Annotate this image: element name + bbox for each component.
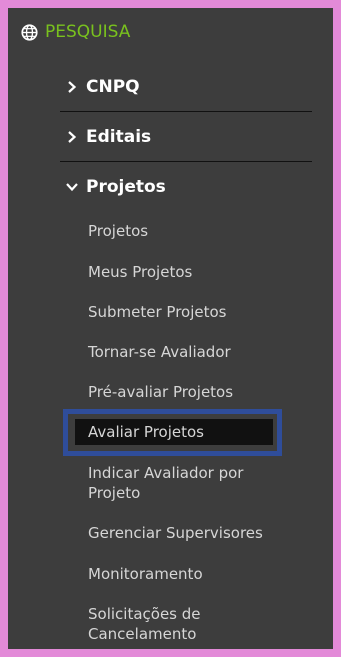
menu-group-cnpq[interactable]: CNPQ xyxy=(66,77,140,97)
section-pesquisa[interactable]: PESQUISA xyxy=(21,22,130,42)
chevron-right-icon xyxy=(68,131,77,143)
menu-item-meus-projetos[interactable]: Meus Projetos xyxy=(88,262,308,282)
divider xyxy=(60,161,312,162)
globe-icon xyxy=(21,23,38,41)
menu-group-editais[interactable]: Editais xyxy=(66,127,151,147)
menu-group-projetos[interactable]: Projetos xyxy=(66,177,166,197)
menu-item-solicitacoes-cancelamento[interactable]: Solicitações de Cancelamento xyxy=(88,604,248,644)
menu-item-avaliar-projetos[interactable]: Avaliar Projetos xyxy=(88,422,308,442)
menu-item-submeter-projetos[interactable]: Submeter Projetos xyxy=(88,302,308,322)
screenshot-frame: PESQUISA CNPQ Editais Projetos Projetos … xyxy=(0,0,341,657)
sidebar-menu: PESQUISA CNPQ Editais Projetos Projetos … xyxy=(8,8,333,649)
menu-item-projetos[interactable]: Projetos xyxy=(88,221,308,241)
menu-group-label: Editais xyxy=(86,127,152,147)
chevron-down-icon xyxy=(66,183,78,192)
menu-item-monitoramento[interactable]: Monitoramento xyxy=(88,564,308,584)
menu-item-indicar-avaliador[interactable]: Indicar Avaliador por Projeto xyxy=(88,463,288,503)
menu-group-label: Projetos xyxy=(86,177,166,197)
menu-item-tornar-se-avaliador[interactable]: Tornar-se Avaliador xyxy=(88,342,308,362)
section-label: PESQUISA xyxy=(45,22,131,42)
menu-item-gerenciar-supervisores[interactable]: Gerenciar Supervisores xyxy=(88,523,308,543)
menu-group-label: CNPQ xyxy=(86,77,140,97)
chevron-right-icon xyxy=(68,81,77,93)
menu-item-pre-avaliar-projetos[interactable]: Pré-avaliar Projetos xyxy=(88,382,308,402)
divider xyxy=(60,111,312,112)
